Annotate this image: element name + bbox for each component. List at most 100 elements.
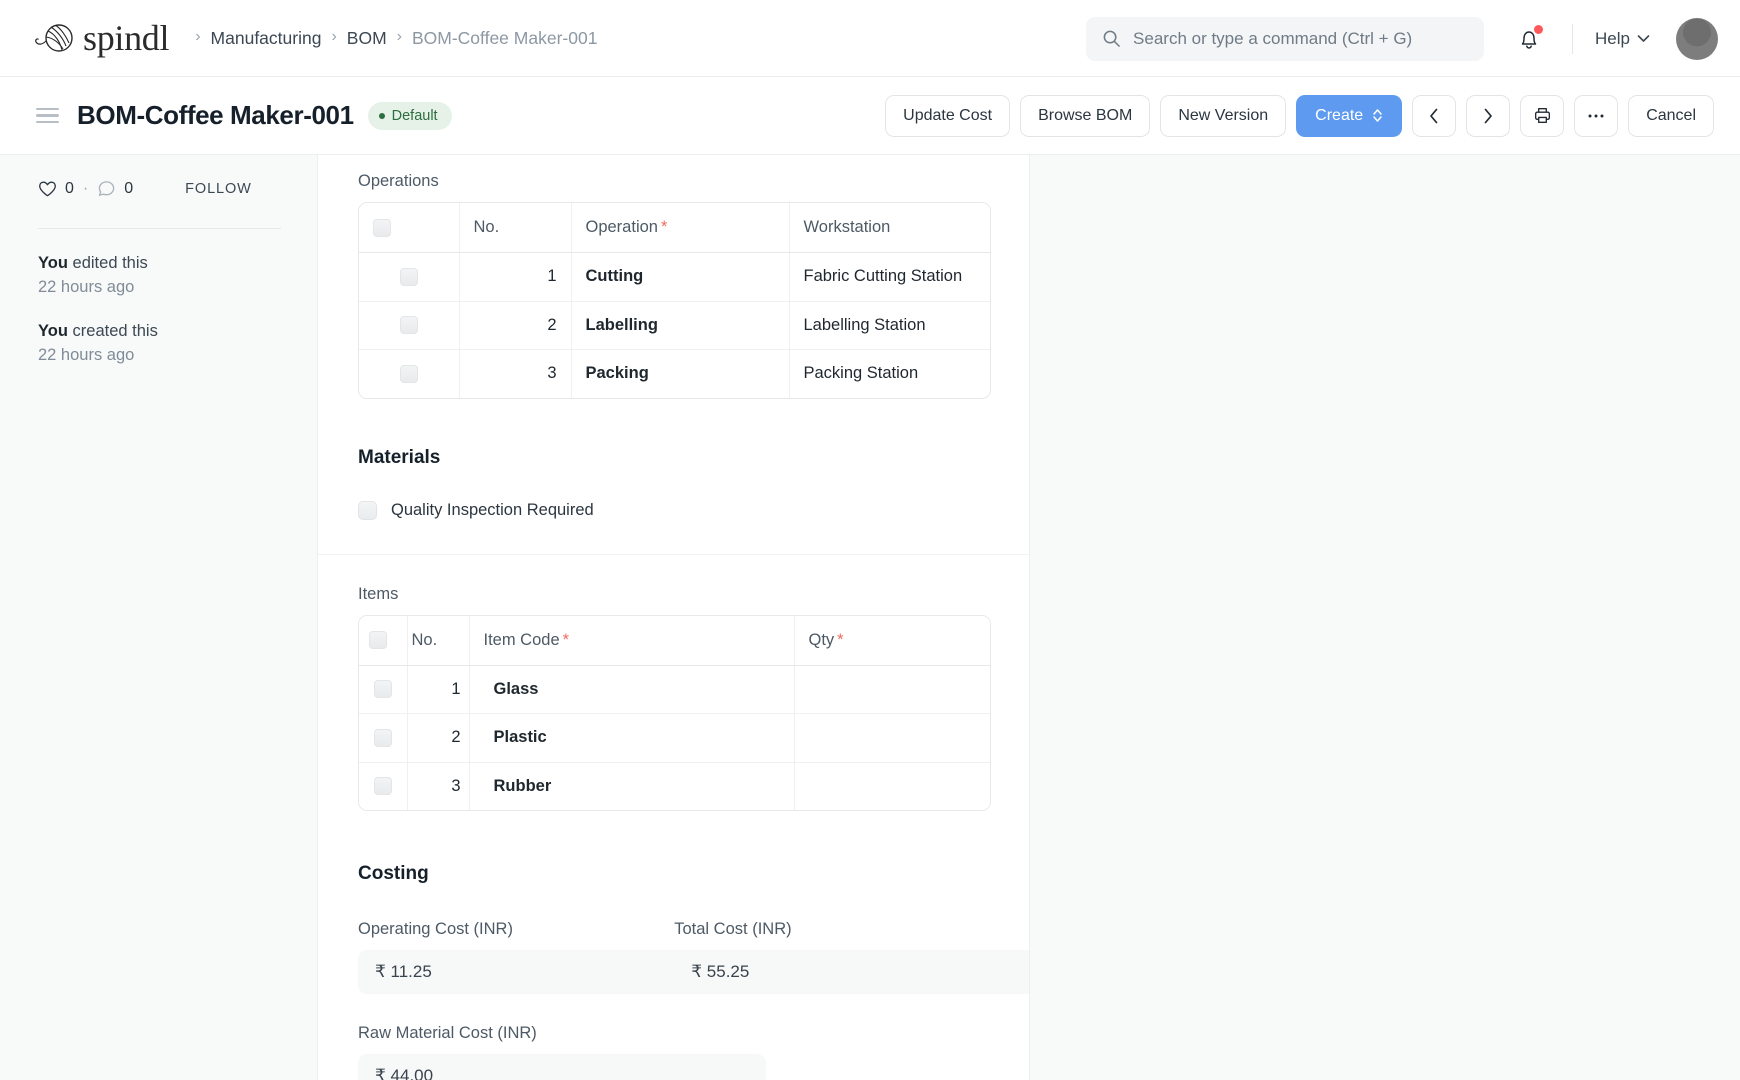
cell-operation[interactable]: Cutting	[571, 253, 789, 302]
items-col-qty: Qty*	[794, 616, 991, 666]
chevron-left-icon	[1427, 107, 1441, 125]
table-row[interactable]: 1 Cutting Fabric Cutting Station 10 ₹ 2.…	[359, 253, 991, 302]
help-label: Help	[1595, 29, 1630, 49]
yarn-ball-icon	[32, 18, 78, 58]
cell-no: 3	[459, 350, 571, 398]
items-section: Items No. Item Code* Qty* UO	[318, 555, 1029, 812]
next-record-button[interactable]	[1466, 95, 1510, 137]
table-row[interactable]: 2 Labelling Labelling Station 20 ₹ 3.33	[359, 301, 991, 350]
row-checkbox[interactable]	[400, 316, 418, 334]
items-grid: No. Item Code* Qty* UOM* Rate (INR)* Amo…	[358, 615, 991, 812]
update-cost-button[interactable]: Update Cost	[885, 95, 1010, 137]
required-asterisk: *	[837, 631, 843, 649]
activity-action: created this	[68, 322, 158, 340]
top-navbar: spindl › Manufacturing › BOM › BOM-Coffe…	[0, 0, 1740, 77]
follow-button[interactable]: FOLLOW	[185, 181, 252, 197]
operations-grid: No. Operation* Workstation Operation Tim…	[358, 202, 991, 399]
breadcrumb-separator: ›	[397, 29, 402, 45]
cell-workstation[interactable]: Labelling Station	[789, 301, 991, 350]
row-checkbox[interactable]	[400, 268, 418, 286]
row-checkbox[interactable]	[374, 777, 392, 795]
help-menu[interactable]: Help	[1595, 29, 1650, 49]
col-label: Item Code	[484, 631, 560, 649]
row-select-cell[interactable]	[359, 301, 459, 350]
cell-operation[interactable]: Labelling	[571, 301, 789, 350]
create-button[interactable]: Create	[1296, 95, 1402, 137]
table-row[interactable]: 2 Plastic 7 Nos ₹ 5.00 ₹ 35.00	[359, 714, 991, 763]
page-body: 0 · 0 FOLLOW You edited this 22 hours ag…	[0, 155, 1740, 1080]
cell-qty[interactable]: 7	[794, 714, 991, 763]
breadcrumb-item-manufacturing[interactable]: Manufacturing	[211, 28, 322, 49]
page-header: BOM-Coffee Maker-001 Default Update Cost…	[0, 77, 1740, 155]
row-checkbox[interactable]	[400, 365, 418, 383]
operations-table: No. Operation* Workstation Operation Tim…	[359, 203, 991, 398]
quality-inspection-row[interactable]: Quality Inspection Required	[358, 501, 991, 520]
breadcrumb-item-bom[interactable]: BOM	[347, 28, 387, 49]
operations-header-row: No. Operation* Workstation Operation Tim…	[359, 203, 991, 253]
activity-actor: You	[38, 322, 68, 340]
row-checkbox[interactable]	[374, 680, 392, 698]
ellipsis-icon	[1587, 113, 1605, 119]
print-icon	[1533, 106, 1552, 125]
cell-no: 1	[459, 253, 571, 302]
sidebar-toggle-button[interactable]	[36, 108, 59, 124]
operations-col-workstation: Workstation	[789, 203, 991, 253]
browse-bom-button[interactable]: Browse BOM	[1020, 95, 1150, 137]
operations-label: Operations	[358, 172, 991, 191]
cell-operation[interactable]: Packing	[571, 350, 789, 398]
operations-select-all-header[interactable]	[359, 203, 459, 253]
breadcrumb-separator: ›	[331, 29, 336, 45]
like-button[interactable]: 0	[38, 180, 74, 198]
cell-qty[interactable]: 5	[794, 665, 991, 714]
items-select-all-header[interactable]	[359, 616, 407, 666]
costing-row-1: Operating Cost (INR) ₹ 11.25 Total Cost …	[358, 920, 991, 994]
avatar[interactable]	[1676, 18, 1718, 60]
comment-icon	[97, 180, 116, 198]
cell-no: 2	[459, 301, 571, 350]
previous-record-button[interactable]	[1412, 95, 1456, 137]
table-row[interactable]: 1 Glass 5 Nos ₹ 0.00 ₹ 0.00	[359, 665, 991, 714]
operations-body: 1 Cutting Fabric Cutting Station 10 ₹ 2.…	[359, 253, 991, 398]
cell-qty[interactable]: 3	[794, 762, 991, 810]
row-checkbox[interactable]	[374, 729, 392, 747]
print-button[interactable]	[1520, 95, 1564, 137]
table-row[interactable]: 3 Packing Packing Station 15 ₹ 5.00	[359, 350, 991, 398]
comment-count: 0	[124, 180, 133, 198]
new-version-button[interactable]: New Version	[1160, 95, 1286, 137]
cell-workstation[interactable]: Packing Station	[789, 350, 991, 398]
row-select-cell[interactable]	[359, 714, 407, 763]
search-input[interactable]: Search or type a command (Ctrl + G)	[1086, 17, 1484, 61]
cell-item-code[interactable]: Glass	[469, 665, 794, 714]
cancel-button[interactable]: Cancel	[1628, 95, 1714, 137]
cell-item-code[interactable]: Plastic	[469, 714, 794, 763]
activity-actor: You	[38, 254, 68, 272]
items-body: 1 Glass 5 Nos ₹ 0.00 ₹ 0.00	[359, 665, 991, 810]
costing-row-2: Raw Material Cost (INR) ₹ 44.00	[358, 1024, 991, 1080]
quality-inspection-checkbox[interactable]	[358, 501, 377, 520]
comment-button[interactable]: 0	[97, 180, 133, 198]
operations-section: Operations No. Operation* Workstation	[318, 155, 1029, 399]
notifications-button[interactable]	[1508, 21, 1550, 57]
brand-name: spindl	[83, 20, 169, 56]
breadcrumb: › Manufacturing › BOM › BOM-Coffee Maker…	[185, 28, 597, 49]
select-all-checkbox[interactable]	[373, 219, 391, 237]
select-all-checkbox[interactable]	[369, 631, 387, 649]
activity-edited-text: You edited this	[38, 252, 281, 276]
more-options-button[interactable]	[1574, 95, 1618, 137]
status-badge: Default	[368, 102, 452, 130]
brand-logo-link[interactable]: spindl	[32, 18, 169, 58]
costing-title: Costing	[358, 863, 991, 885]
items-header-row: No. Item Code* Qty* UOM* Rate (INR)* Amo…	[359, 616, 991, 666]
breadcrumb-separator: ›	[195, 29, 200, 45]
table-row[interactable]: 3 Rubber 3 Nos ₹ 3.00 ₹ 9.00	[359, 762, 991, 810]
cell-no: 2	[407, 714, 469, 763]
heart-icon	[38, 180, 57, 198]
row-select-cell[interactable]	[359, 253, 459, 302]
row-select-cell[interactable]	[359, 350, 459, 398]
row-select-cell[interactable]	[359, 665, 407, 714]
notification-dot	[1534, 25, 1543, 34]
row-select-cell[interactable]	[359, 762, 407, 810]
cell-workstation[interactable]: Fabric Cutting Station	[789, 253, 991, 302]
raw-material-cost-field: Raw Material Cost (INR) ₹ 44.00	[358, 1024, 674, 1080]
cell-item-code[interactable]: Rubber	[469, 762, 794, 810]
